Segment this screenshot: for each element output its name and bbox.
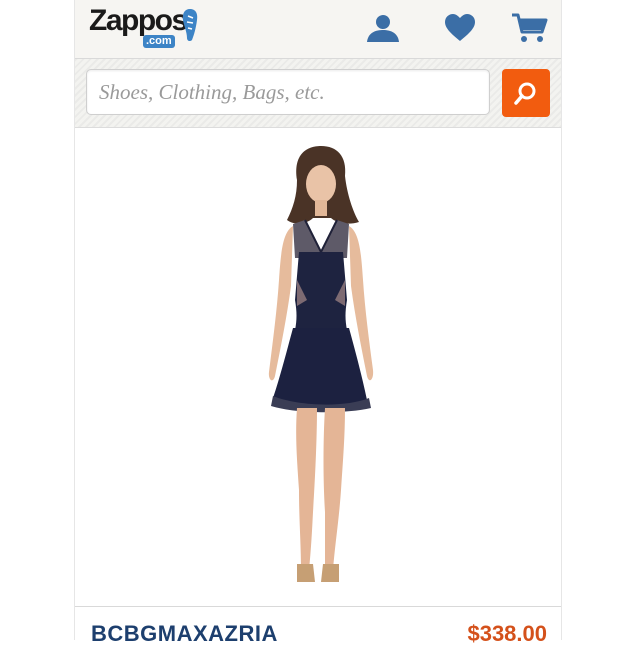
account-icon: [367, 15, 399, 42]
search-icon: [514, 82, 536, 105]
top-header: Zappos .com: [75, 0, 561, 59]
product-photo[interactable]: [235, 140, 405, 588]
cart-button[interactable]: [510, 10, 550, 46]
brand-name[interactable]: BCBGMAXAZRIA: [91, 621, 278, 647]
zappos-logo[interactable]: Zappos .com: [89, 4, 199, 48]
favorites-heart-icon: [445, 14, 475, 41]
account-button[interactable]: [363, 10, 403, 46]
product-price: $338.00: [467, 621, 547, 646]
product-summary-bar: BCBGMAXAZRIA $338.00: [75, 606, 561, 646]
favorites-button[interactable]: [440, 10, 480, 46]
logo-shoe-icon: [182, 9, 198, 42]
cart-icon: [512, 13, 548, 42]
search-input[interactable]: [86, 69, 490, 115]
logo-dotcom: .com: [143, 35, 175, 48]
logo-wordmark: Zappos: [89, 4, 188, 37]
app-frame: Zappos .com Shoes, Clothing, Bags, etc. …: [74, 0, 562, 646]
search-bar: [75, 59, 561, 128]
search-button[interactable]: [502, 69, 550, 117]
